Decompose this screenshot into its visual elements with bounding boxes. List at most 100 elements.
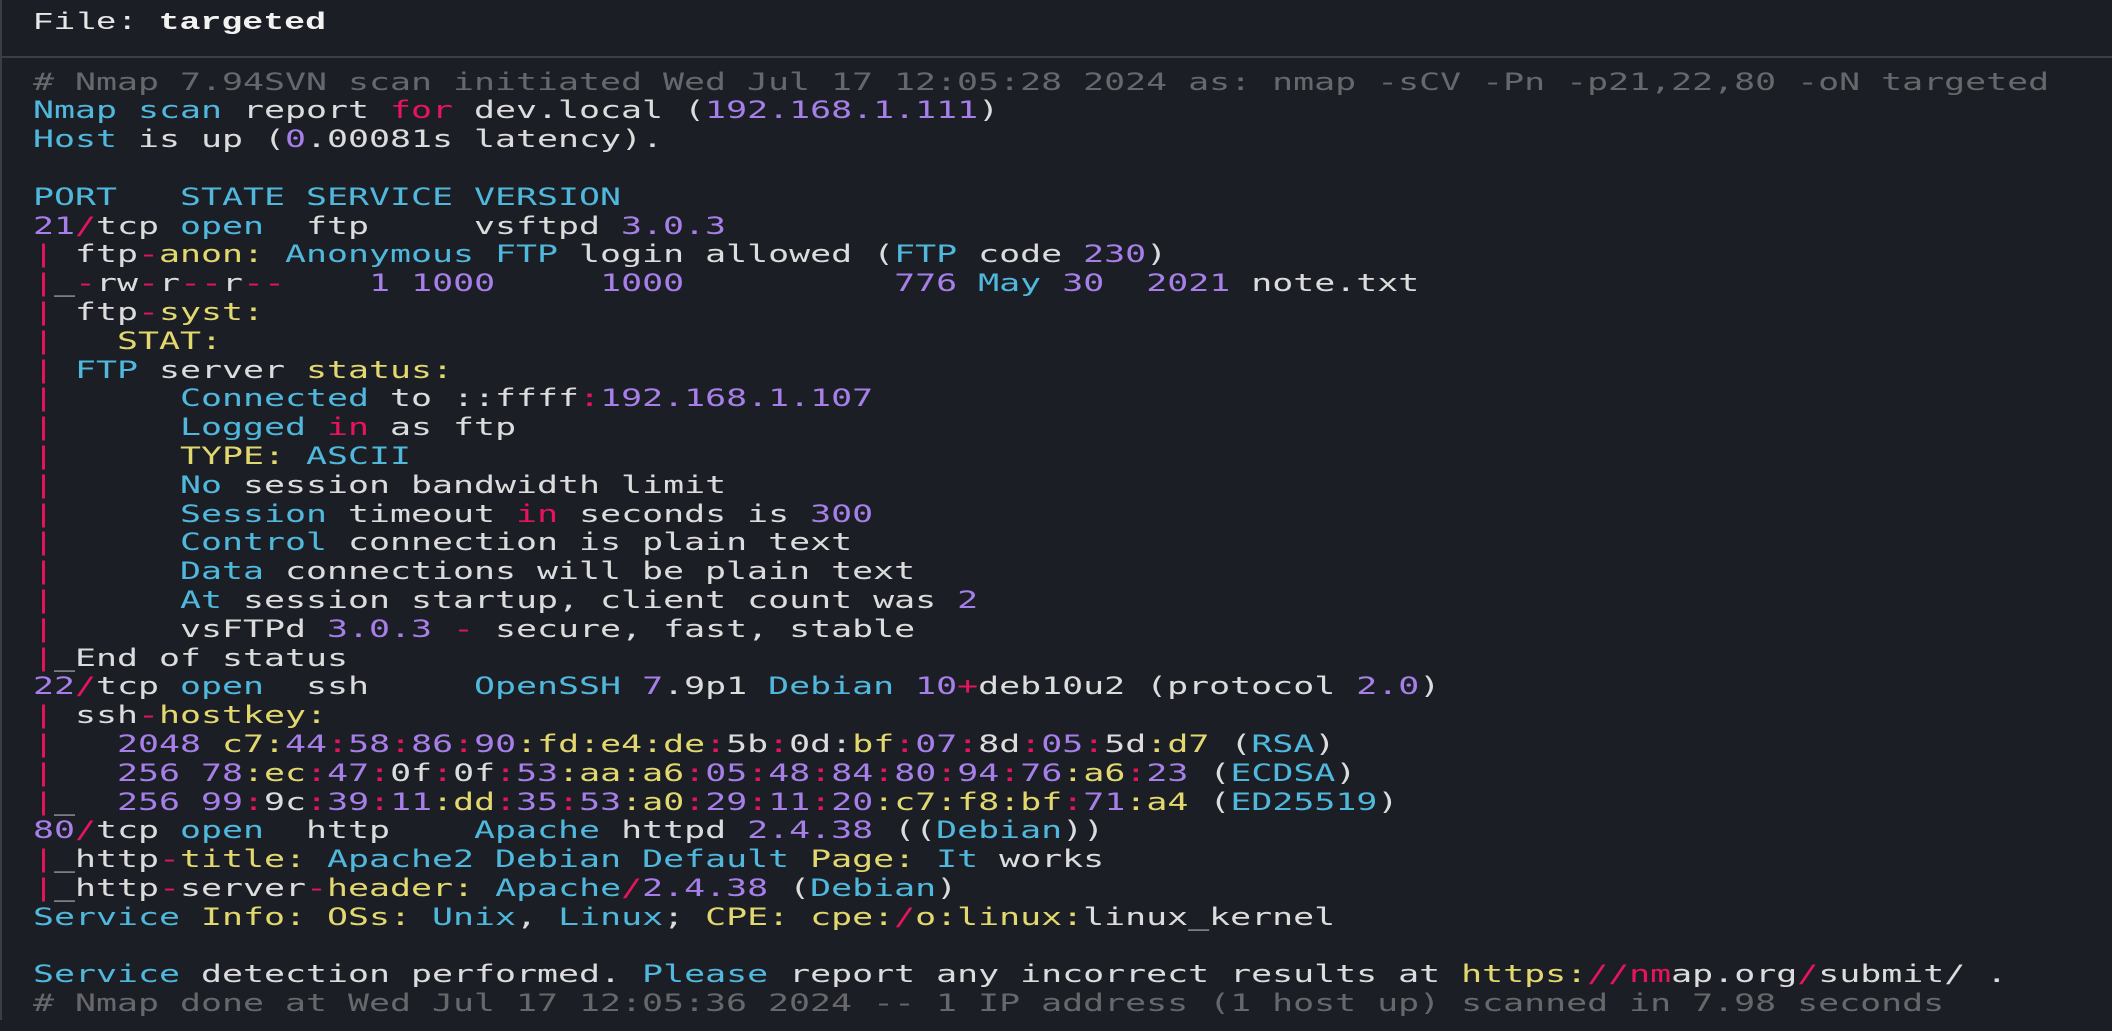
token-operator: //nm <box>1587 960 1672 989</box>
token-plain: rw <box>95 269 139 298</box>
content-line: | No session bandwidth limit <box>33 471 2112 500</box>
token-operator: : <box>1020 729 1042 758</box>
token-keyword: May <box>978 269 1042 298</box>
token-number: 05 <box>705 758 748 787</box>
token-number: 1 1000 <box>369 269 496 298</box>
token-string: :aa:a6 <box>558 758 685 787</box>
token-keyword: Session <box>180 499 328 528</box>
token-operator: - <box>137 297 159 326</box>
token-operator: : <box>306 758 328 787</box>
token-operator: -- <box>243 269 286 298</box>
token-number: 256 <box>117 787 181 816</box>
token-keyword: open <box>180 672 265 701</box>
token-number: 94 <box>957 758 1000 787</box>
token-plain: ( <box>768 873 811 902</box>
token-plain: )) <box>1062 816 1105 845</box>
token-number: 2 <box>957 585 979 614</box>
token-operator: : <box>495 758 517 787</box>
token-operator: - <box>137 240 159 269</box>
token-plain: ) <box>1146 240 1168 269</box>
token-plain: ) <box>1335 758 1357 787</box>
token-operator: / <box>894 902 916 931</box>
file-content[interactable]: # Nmap 7.94SVN scan initiated Wed Jul 17… <box>0 58 2112 1031</box>
token-number: 11 <box>390 787 433 816</box>
token-operator: : <box>579 384 601 413</box>
token-string: :d7 <box>1146 729 1210 758</box>
token-number: 23 <box>1146 758 1189 787</box>
token-operator: / <box>74 211 96 240</box>
token-plain: ) <box>1419 672 1441 701</box>
token-keyword: Apache <box>495 873 622 902</box>
token-plain: tcp <box>95 816 181 845</box>
content-line: | ssh-hostkey: <box>33 701 2112 730</box>
token-string: title: <box>180 845 307 874</box>
token-plain: submit/ . <box>1818 960 2008 989</box>
token-operator: - <box>137 701 159 730</box>
token-keyword: PORT STATE SERVICE VERSION <box>32 182 622 211</box>
token-string: syst: <box>158 297 265 326</box>
token-number: 48 <box>768 758 811 787</box>
token-string: TYPE: <box>180 441 286 470</box>
token-keyword: Host <box>32 125 117 154</box>
token-operator: | <box>32 413 54 442</box>
token-number: 21 <box>32 211 75 240</box>
content-line: |_http-server-header: Apache/2.4.38 (Deb… <box>33 874 2112 903</box>
token-number: 05 <box>1041 729 1084 758</box>
token-keyword: RSA <box>1251 729 1315 758</box>
token-string: STAT: <box>117 326 223 355</box>
token-operator: | <box>32 528 54 557</box>
token-number: 86 <box>411 729 454 758</box>
token-plain: ftp vsftpd <box>264 211 622 240</box>
token-number: 07 <box>915 729 958 758</box>
token-number: 30 <box>1062 269 1105 298</box>
token-number: 7 <box>642 672 664 701</box>
token-number: 1000 <box>600 269 685 298</box>
token-number: 11 <box>768 787 811 816</box>
token-plain: works <box>978 845 1105 874</box>
token-string: :a0 <box>621 787 685 816</box>
token-number: 80 <box>32 816 75 845</box>
token-operator: | <box>32 240 54 269</box>
token-number: 99 <box>201 787 244 816</box>
token-number: 80 <box>894 758 937 787</box>
token-number: 90 <box>474 729 517 758</box>
token-operator: : <box>453 729 475 758</box>
token-plain: linux_kernel <box>1083 902 1336 931</box>
content-line: |_End of status <box>33 644 2112 673</box>
content-line: | Data connections will be plain text <box>33 557 2112 586</box>
content-line <box>33 932 2112 961</box>
token-plain: is up ( <box>116 125 285 154</box>
token-plain: ) <box>936 873 958 902</box>
token-operator: | <box>32 585 54 614</box>
token-number: 47 <box>327 758 370 787</box>
token-string: header: <box>327 873 475 902</box>
token-operator: : <box>306 787 328 816</box>
file-viewer: File: targeted # Nmap 7.94SVN scan initia… <box>0 0 2112 1031</box>
token-plain: 0d: <box>789 729 853 758</box>
token-operator: : <box>957 729 979 758</box>
token-operator: | <box>32 845 54 874</box>
token-plain: tcp <box>95 672 181 701</box>
token-plain: ssh <box>264 672 475 701</box>
token-string: bf <box>852 729 895 758</box>
token-operator: / <box>74 816 96 845</box>
token-operator: : <box>495 787 517 816</box>
token-plain: ssh <box>53 701 138 730</box>
token-operator: | <box>32 355 54 384</box>
token-operator: / <box>1797 960 1819 989</box>
token-plain: 5d <box>1104 729 1147 758</box>
token-operator: | <box>32 614 54 643</box>
token-keyword: Service <box>32 960 181 989</box>
token-keyword: Debian <box>810 873 937 902</box>
